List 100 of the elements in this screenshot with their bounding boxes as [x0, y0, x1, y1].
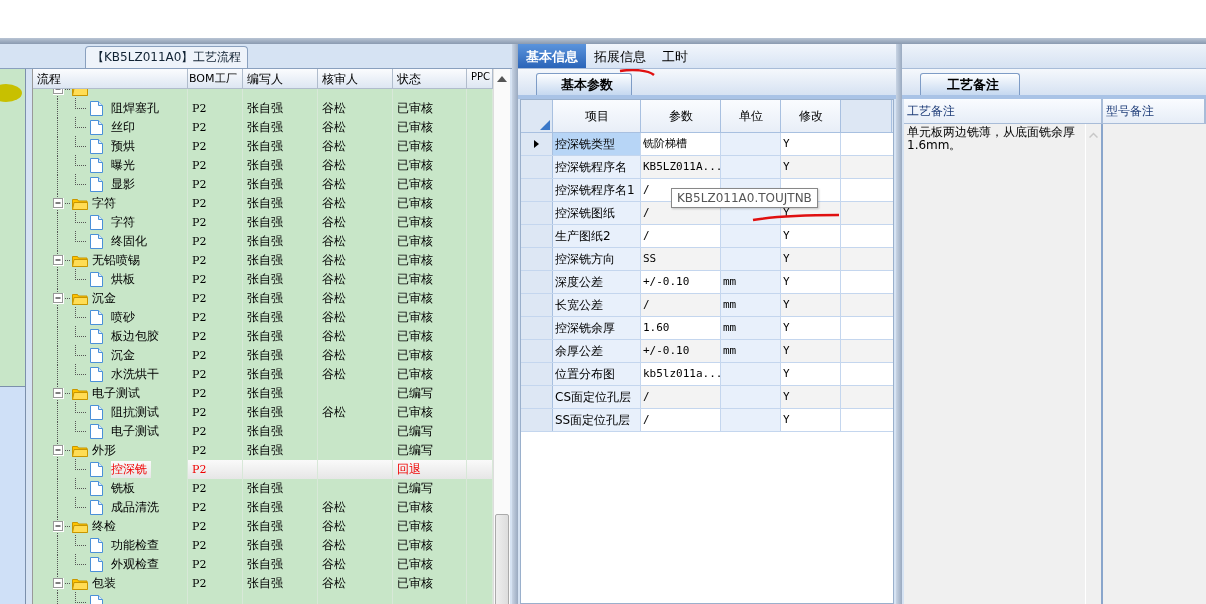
table-cell: P2: [192, 444, 207, 457]
table-cell: 张自强: [247, 329, 283, 343]
table-cell: 控深铣图纸: [553, 202, 641, 224]
table-cell: 谷松: [322, 348, 346, 362]
table-cell: P2: [192, 520, 207, 533]
table-cell: 谷松: [322, 557, 346, 571]
table-cell: P2: [192, 406, 207, 419]
table-cell: 已审核: [397, 215, 433, 229]
table-cell: Y: [783, 321, 790, 334]
table-cell: P2: [192, 558, 207, 571]
table-cell: Y: [783, 390, 790, 403]
table-cell: P2: [192, 292, 207, 305]
table-cell: 已审核: [397, 139, 433, 153]
table-cell: 张自强: [247, 177, 283, 191]
table-cell: 已审核: [397, 329, 433, 343]
table-cell: 张自强: [247, 367, 283, 381]
table-cell: P2: [192, 254, 207, 267]
table-cell: 张自强: [247, 310, 283, 324]
table-cell: 谷松: [322, 253, 346, 267]
table-cell: 位置分布图: [553, 363, 641, 385]
table-cell: 已编写: [397, 424, 433, 438]
table-cell: 已编写: [397, 481, 433, 495]
table-cell: P2: [192, 273, 207, 286]
table-cell: 生产图纸2: [553, 225, 641, 247]
table-cell: 谷松: [322, 215, 346, 229]
table-cell: Y: [783, 252, 790, 265]
table-cell: 已审核: [397, 158, 433, 172]
table-cell: 张自强: [247, 291, 283, 305]
table-cell: 张自强: [247, 120, 283, 134]
table-cell: 谷松: [322, 234, 346, 248]
table-cell: 张自强: [247, 576, 283, 590]
table-cell: 张自强: [247, 348, 283, 362]
table-cell: 谷松: [322, 519, 346, 533]
table-cell: 谷松: [322, 367, 346, 381]
table-cell: 已审核: [397, 253, 433, 267]
tooltip: KB5LZ011A0.TOUJTNB: [671, 188, 818, 208]
table-cell: P2: [192, 140, 207, 153]
panel-title: 【KB5LZ011A0】工艺流程: [85, 46, 249, 68]
table-cell: 张自强: [247, 386, 283, 400]
table-cell: 控深铣程序名1: [553, 179, 641, 201]
table-cell: 控深铣方向: [553, 248, 641, 270]
table-cell: 谷松: [322, 291, 346, 305]
table-cell: 已审核: [397, 234, 433, 248]
table-cell: 已审核: [397, 405, 433, 419]
table-cell: Y: [783, 137, 790, 150]
table-cell: 谷松: [322, 329, 346, 343]
table-cell: 张自强: [247, 139, 283, 153]
table-cell: 已审核: [397, 557, 433, 571]
table-cell: 长宽公差: [553, 294, 641, 316]
table-cell: 已审核: [397, 120, 433, 134]
table-cell: 谷松: [322, 101, 346, 115]
table-cell: SS面定位孔层: [553, 409, 641, 431]
table-cell: mm: [721, 317, 781, 339]
table-cell: P2: [192, 311, 207, 324]
table-cell: Y: [783, 344, 790, 357]
table-cell: 张自强: [247, 538, 283, 552]
table-cell: 张自强: [247, 158, 283, 172]
table-cell: 张自强: [247, 196, 283, 210]
table-cell: 已审核: [397, 291, 433, 305]
table-cell: 张自强: [247, 443, 283, 457]
table-cell: Y: [783, 160, 790, 173]
table-cell: 已审核: [397, 177, 433, 191]
table-cell: 张自强: [247, 215, 283, 229]
table-cell: 深度公差: [553, 271, 641, 293]
table-cell: 已编写: [397, 386, 433, 400]
table-cell: CS面定位孔层: [553, 386, 641, 408]
table-cell: 张自强: [247, 481, 283, 495]
table-cell: 谷松: [322, 576, 346, 590]
table-cell: 张自强: [247, 272, 283, 286]
table-cell: 张自强: [247, 519, 283, 533]
table-cell: 控深铣余厚: [553, 317, 641, 339]
table-cell: Y: [783, 413, 790, 426]
table-cell: P2: [192, 463, 207, 476]
table-cell: P2: [192, 482, 207, 495]
table-cell: 张自强: [247, 234, 283, 248]
table-cell: 张自强: [247, 557, 283, 571]
table-cell: 余厚公差: [553, 340, 641, 362]
table-cell: P2: [192, 368, 207, 381]
table-cell: mm: [721, 271, 781, 293]
table-cell: Y: [783, 298, 790, 311]
table-cell: 张自强: [247, 405, 283, 419]
table-cell: Y: [783, 367, 790, 380]
table-cell: 谷松: [322, 139, 346, 153]
table-cell: P2: [192, 197, 207, 210]
table-cell: 谷松: [322, 272, 346, 286]
table-cell: 控深铣类型: [553, 133, 641, 155]
table-cell: mm: [721, 294, 781, 316]
table-cell: P2: [192, 216, 207, 229]
table-cell: Y: [783, 275, 790, 288]
table-cell: P2: [192, 387, 207, 400]
table-cell: P2: [192, 121, 207, 134]
table-cell: 已审核: [397, 101, 433, 115]
note-text: 单元板两边铣薄，从底面铣余厚1.6mm。: [907, 126, 1076, 152]
table-cell: P2: [192, 425, 207, 438]
table-cell: 张自强: [247, 253, 283, 267]
table-cell: 谷松: [322, 405, 346, 419]
table-cell: 已审核: [397, 348, 433, 362]
table-cell: P2: [192, 178, 207, 191]
table-cell: P2: [192, 501, 207, 514]
table-cell: Y: [783, 229, 790, 242]
